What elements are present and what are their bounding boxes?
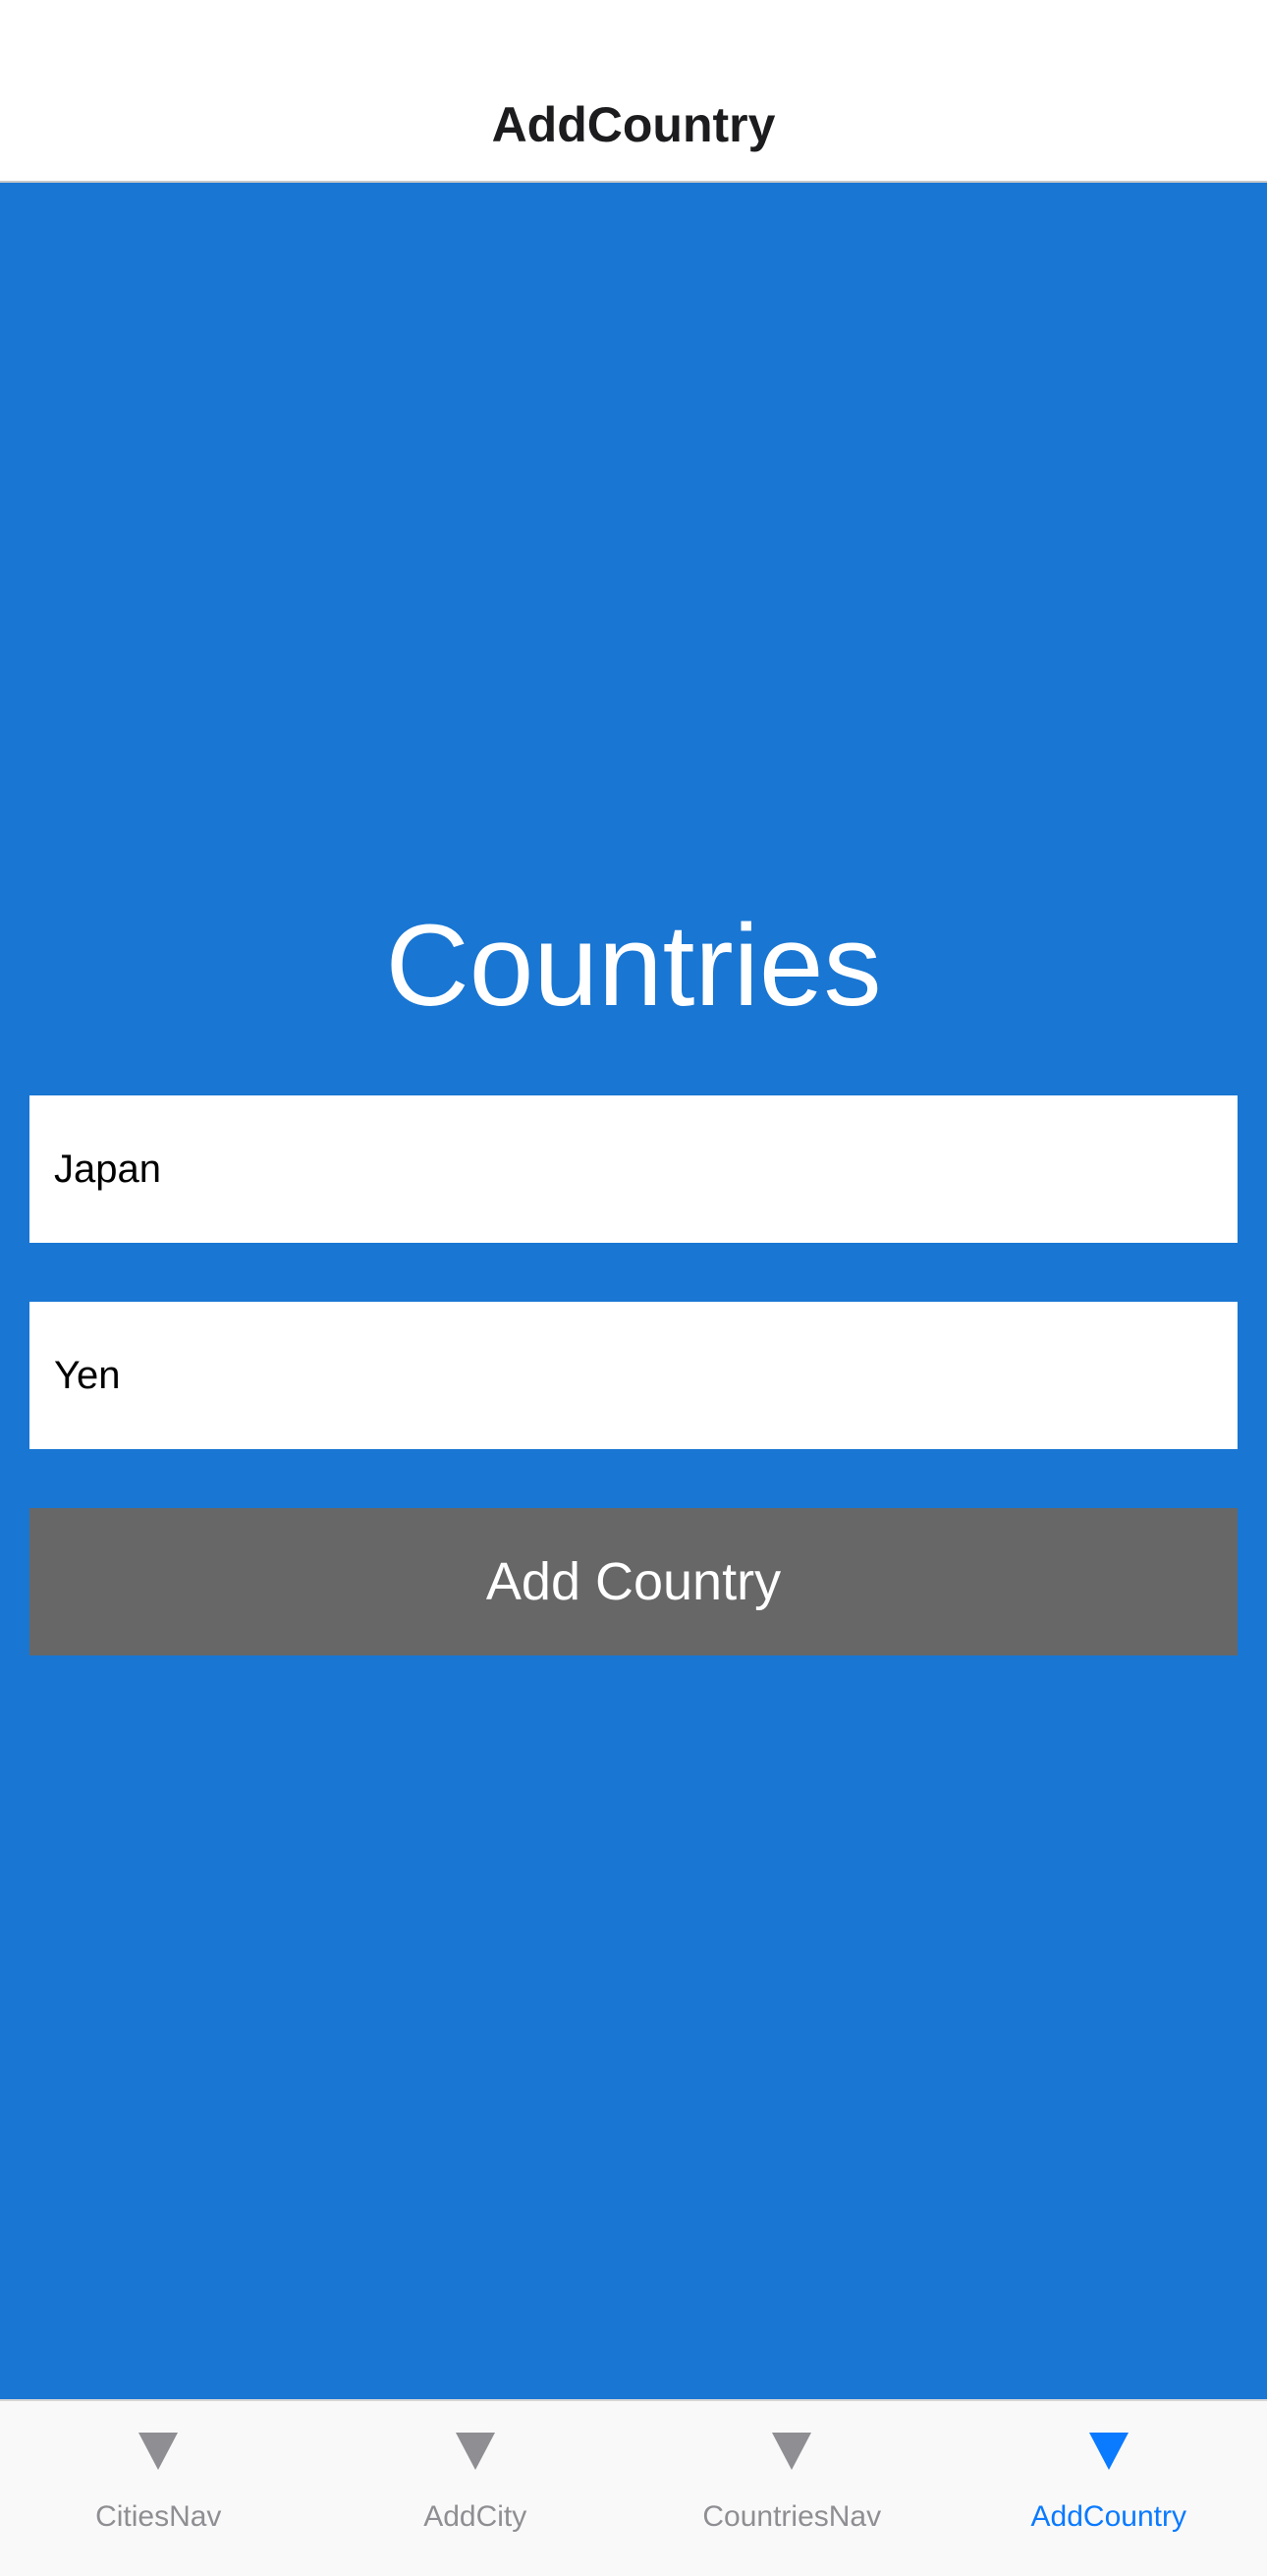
countries-heading: Countries [385,901,882,1031]
main-content: Countries Add Country [0,183,1267,2399]
country-name-input[interactable] [29,1095,1238,1243]
screen: AddCountry Countries Add Country CitiesN… [0,0,1267,2576]
tab-label: CountriesNav [702,2500,882,2533]
tab-bar: CitiesNav AddCity CountriesNav AddCountr… [0,2399,1267,2576]
tab-citiesnav[interactable]: CitiesNav [0,2401,317,2576]
nav-header: AddCountry [0,0,1267,183]
tab-addcity[interactable]: AddCity [317,2401,634,2576]
add-country-button[interactable]: Add Country [29,1508,1238,1655]
tab-addcountry[interactable]: AddCountry [951,2401,1267,2576]
tab-label: CitiesNav [95,2500,222,2533]
triangle-down-icon [1088,2433,1129,2470]
tab-countriesnav[interactable]: CountriesNav [634,2401,951,2576]
page-title: AddCountry [491,97,776,152]
triangle-down-icon [138,2433,179,2470]
tab-label: AddCity [423,2500,527,2533]
tab-label: AddCountry [1030,2500,1186,2533]
triangle-down-icon [455,2433,495,2470]
triangle-down-icon [772,2433,812,2470]
currency-input[interactable] [29,1302,1238,1449]
